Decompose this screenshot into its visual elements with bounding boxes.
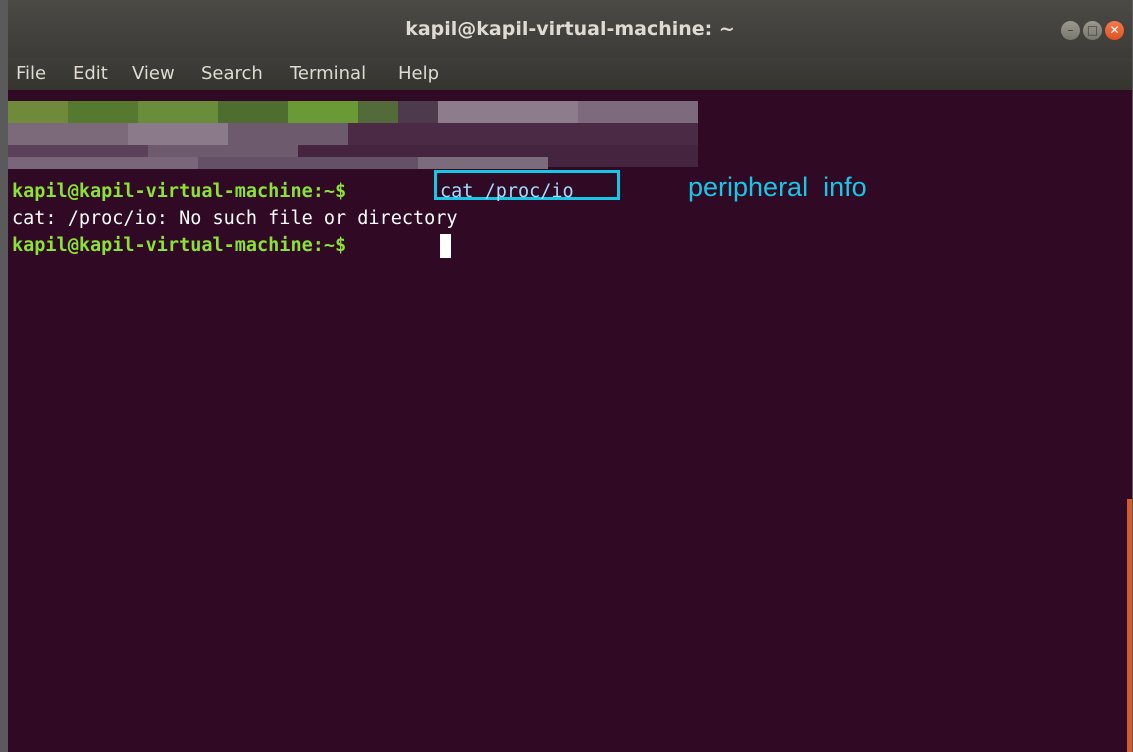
menu-terminal[interactable]: Terminal bbox=[290, 63, 366, 84]
title-bar[interactable]: kapil@kapil-virtual-machine: ~ – □ ✕ bbox=[8, 0, 1132, 58]
terminal-content[interactable]: kapil@kapil-virtual-machine:~$ cat /proc… bbox=[8, 91, 1132, 752]
menu-edit[interactable]: Edit bbox=[73, 63, 108, 84]
close-icon[interactable]: ✕ bbox=[1105, 21, 1124, 40]
window-title: kapil@kapil-virtual-machine: ~ bbox=[405, 18, 735, 40]
minimize-icon[interactable]: – bbox=[1061, 21, 1080, 40]
error-output: cat: /proc/io: No such file or directory bbox=[12, 208, 458, 229]
menu-view[interactable]: View bbox=[132, 63, 175, 84]
menu-bar: File Edit View Search Terminal Help bbox=[8, 58, 1132, 90]
menu-file[interactable]: File bbox=[16, 63, 46, 84]
window-controls: – □ ✕ bbox=[1061, 21, 1124, 40]
menu-search[interactable]: Search bbox=[201, 63, 263, 84]
maximize-icon[interactable]: □ bbox=[1083, 21, 1102, 40]
prompt: kapil@kapil-virtual-machine:~$ bbox=[12, 181, 347, 202]
prompt: kapil@kapil-virtual-machine:~$ bbox=[12, 235, 347, 256]
menu-help[interactable]: Help bbox=[398, 63, 439, 84]
command-line: kapil@kapil-virtual-machine:~$ bbox=[12, 180, 346, 204]
annotation-label: peripheral info bbox=[688, 172, 867, 202]
text-cursor bbox=[440, 234, 451, 258]
command-text: cat /proc/io bbox=[440, 181, 574, 202]
prompt-line: kapil@kapil-virtual-machine:~$ bbox=[12, 234, 346, 258]
terminal-window: kapil@kapil-virtual-machine: ~ – □ ✕ Fil… bbox=[8, 0, 1132, 752]
scrollbar[interactable] bbox=[1127, 499, 1132, 752]
